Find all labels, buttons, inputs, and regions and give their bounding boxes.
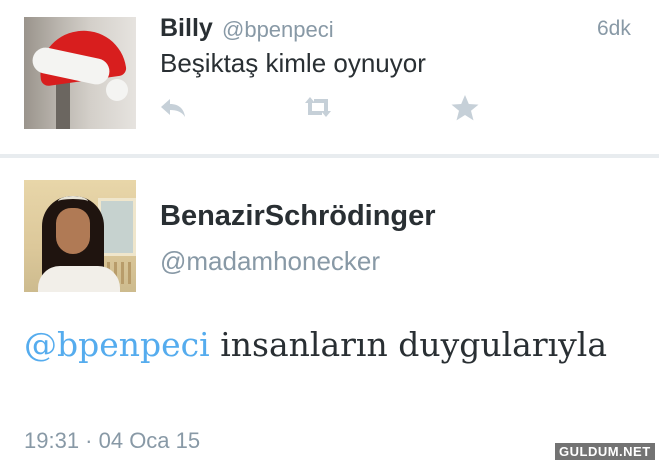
star-icon[interactable] [450,94,480,127]
reply-icon[interactable] [158,94,188,125]
santa-hat-pom [106,79,128,101]
avatar[interactable] [24,17,136,129]
author-handle[interactable]: @bpenpeci [222,17,334,43]
author-handle[interactable]: @madamhonecker [160,246,380,277]
author-name[interactable]: Billy [160,14,213,43]
tweet-text: @bpenpeci insanların duygularıyla [24,322,624,368]
tiara-icon [58,196,88,207]
divider [0,154,659,158]
author-name[interactable]: BenazirSchrödinger [160,200,436,233]
avatar-dress [38,266,120,292]
watermark: GULDUM.NET [555,443,655,460]
retweet-icon[interactable] [300,94,336,125]
mention-link[interactable]: @bpenpeci [24,325,210,364]
tweet-timestamp[interactable]: 19:31 · 04 Oca 15 [24,428,200,454]
tweet-text: Beşiktaş kimle oynuyor [160,48,426,78]
tweet-body: insanların duygularıyla [209,325,608,364]
tweet-time[interactable]: 6dk [597,17,631,41]
tweet-card[interactable]: Billy @bpenpeci 6dk Beşiktaş kimle oynuy… [0,0,659,154]
avatar-face [56,208,90,254]
avatar[interactable] [24,180,136,292]
